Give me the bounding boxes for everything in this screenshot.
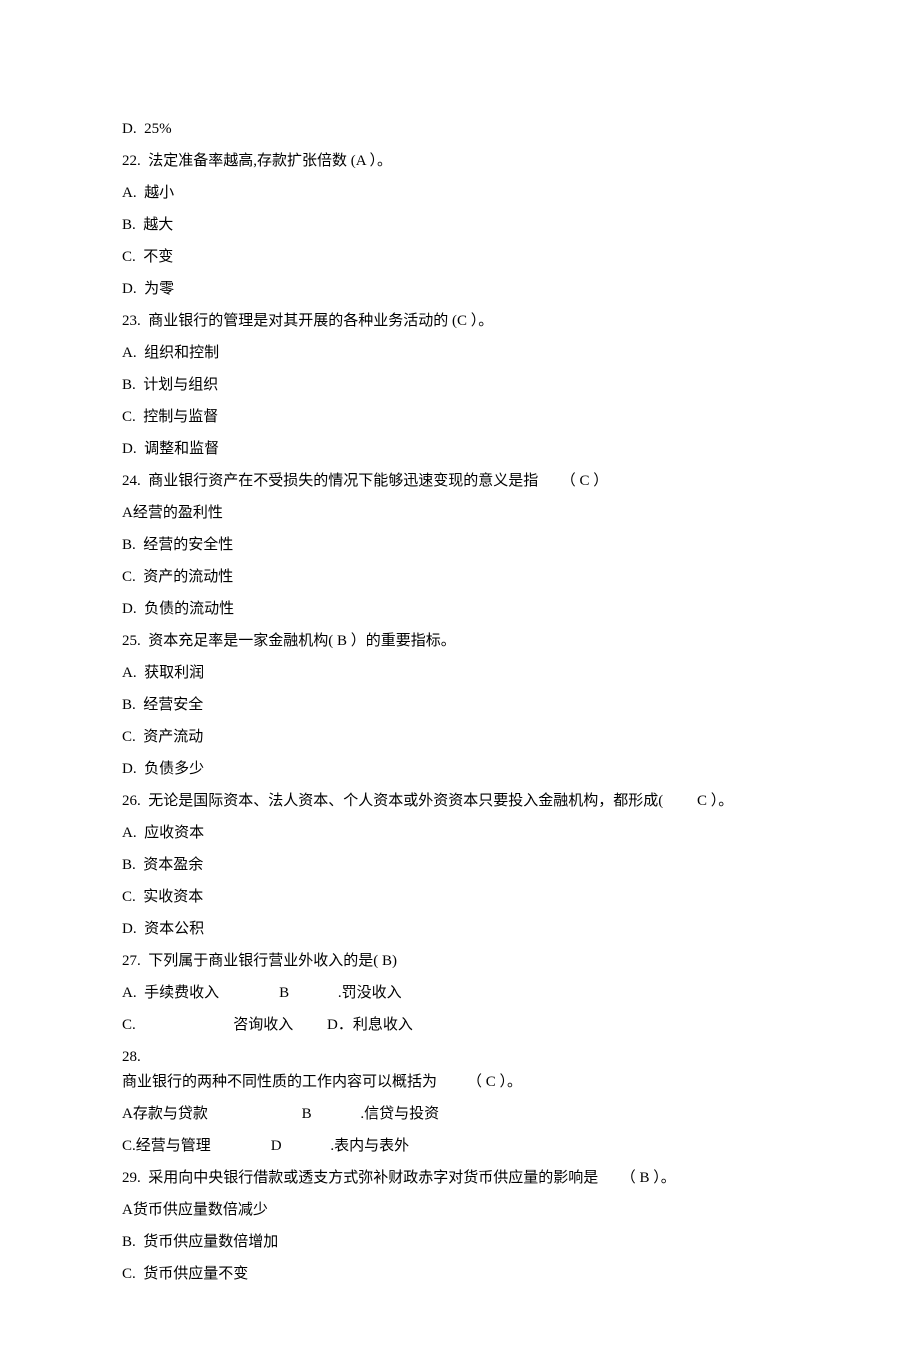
- option-d: D. 调整和监督: [122, 438, 800, 461]
- option-b: B. 越大: [122, 214, 800, 237]
- option-a: A. 越小: [122, 182, 800, 205]
- question-26: 26. 无论是国际资本、法人资本、个人资本或外资资本只要投入金融机构，都形成( …: [122, 790, 800, 813]
- option-d: D. 为零: [122, 278, 800, 301]
- option-c: C. 资产流动: [122, 726, 800, 749]
- option-b: B. 资本盈余: [122, 854, 800, 877]
- document-page: D. 25% 22. 法定准备率越高,存款扩张倍数 (A ）。 A. 越小 B.…: [0, 0, 920, 1355]
- option-c: C. 控制与监督: [122, 406, 800, 429]
- question-29: 29. 采用向中央银行借款或透支方式弥补财政赤字对货币供应量的影响是 （ B ）…: [122, 1167, 800, 1190]
- option-a: A货币供应量数倍减少: [122, 1199, 800, 1222]
- option-c: C. 资产的流动性: [122, 566, 800, 589]
- option-a: A. 获取利润: [122, 662, 800, 685]
- option-b: B. 计划与组织: [122, 374, 800, 397]
- question-27: 27. 下列属于商业银行营业外收入的是( B): [122, 950, 800, 973]
- option-b: B. 经营的安全性: [122, 534, 800, 557]
- option-row-ab: A. 手续费收入 B .罚没收入: [122, 982, 800, 1005]
- option-b: B. 经营安全: [122, 694, 800, 717]
- option-row-cd: C.经营与管理 D .表内与表外: [122, 1135, 800, 1158]
- question-25: 25. 资本充足率是一家金融机构( B ）的重要指标。: [122, 630, 800, 653]
- option-a: A. 应收资本: [122, 822, 800, 845]
- question-24: 24. 商业银行资产在不受损失的情况下能够迅速变现的意义是指 （ C ）: [122, 470, 800, 493]
- question-28-number: 28.: [122, 1046, 800, 1069]
- option-row-ab: A存款与贷款 B .信贷与投资: [122, 1103, 800, 1126]
- option-d: D. 资本公积: [122, 918, 800, 941]
- option-a: A经营的盈利性: [122, 502, 800, 525]
- option-b: B. 货币供应量数倍增加: [122, 1231, 800, 1254]
- question-23: 23. 商业银行的管理是对其开展的各种业务活动的 (C ）。: [122, 310, 800, 333]
- question-28-stem: 商业银行的两种不同性质的工作内容可以概括为 （ C ）。: [122, 1071, 800, 1094]
- question-22: 22. 法定准备率越高,存款扩张倍数 (A ）。: [122, 150, 800, 173]
- option-c: C. 不变: [122, 246, 800, 269]
- option-row-cd: C. 咨询收入 D．利息收入: [122, 1014, 800, 1037]
- option-c: C. 实收资本: [122, 886, 800, 909]
- option-d: D. 负债的流动性: [122, 598, 800, 621]
- option-d: D. 25%: [122, 118, 800, 141]
- option-c: C. 货币供应量不变: [122, 1263, 800, 1286]
- option-d: D. 负债多少: [122, 758, 800, 781]
- option-a: A. 组织和控制: [122, 342, 800, 365]
